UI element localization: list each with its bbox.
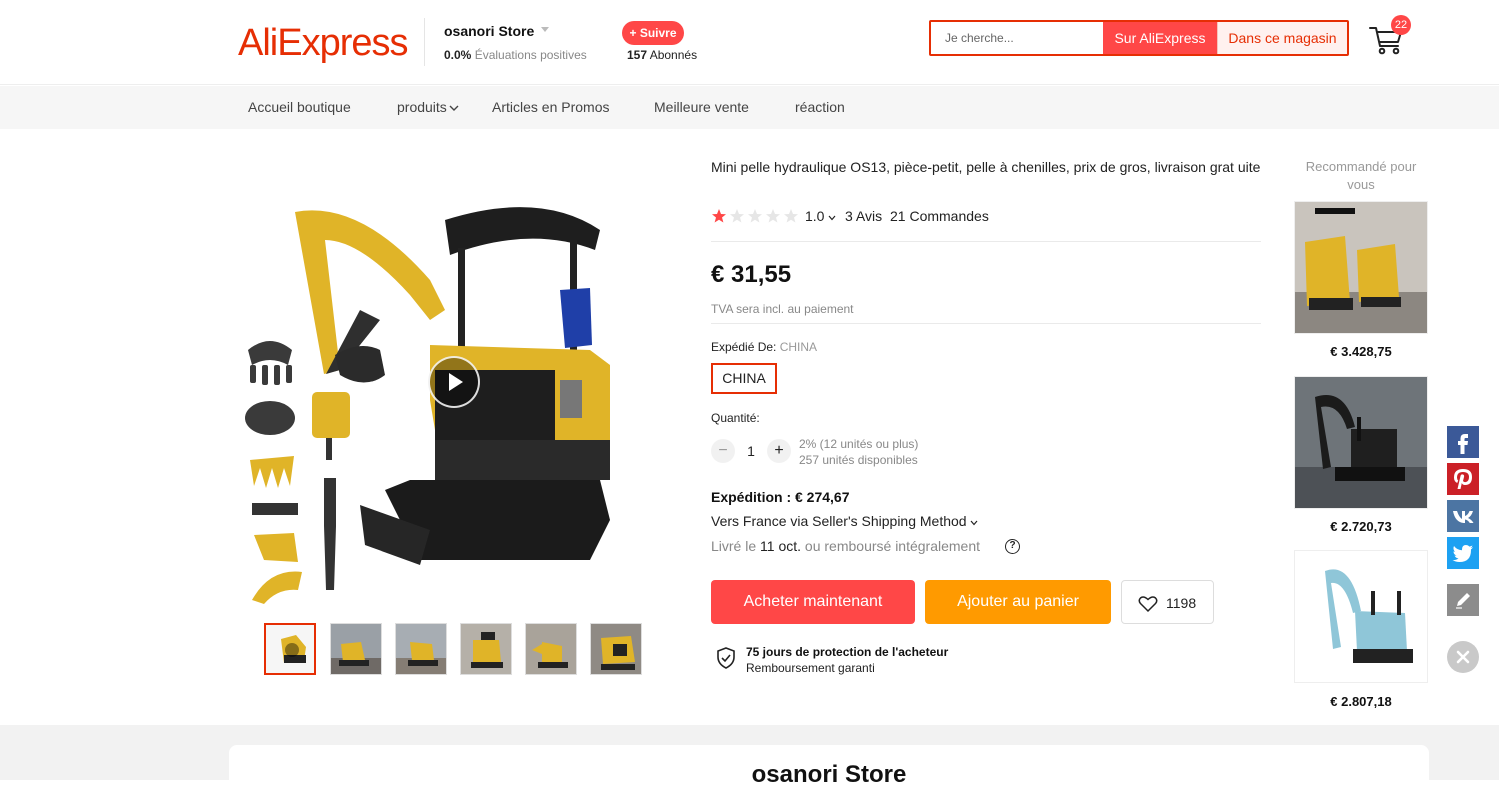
nav-item-products-label: produits xyxy=(397,99,447,115)
chevron-down-icon xyxy=(971,520,978,526)
help-icon[interactable]: ? xyxy=(1005,539,1020,554)
chevron-down-icon xyxy=(449,105,459,111)
quantity-label: Quantité: xyxy=(711,411,760,425)
header-divider xyxy=(424,18,425,66)
close-icon[interactable] xyxy=(1447,641,1479,673)
followers-number: 157 xyxy=(627,48,648,62)
search-input[interactable] xyxy=(931,22,1103,54)
wishlist-count: 1198 xyxy=(1166,595,1197,611)
store-header: AliExpress osanori Store 0.0% Évaluation… xyxy=(0,0,1499,85)
vat-note: TVA sera incl. au paiement xyxy=(711,302,854,316)
follow-button[interactable]: + Suivre xyxy=(622,21,684,45)
ship-from-value: CHINA xyxy=(779,340,818,354)
search-store-button[interactable]: Dans ce magasin xyxy=(1217,22,1347,54)
shipping-method-label: Vers France via Seller's Shipping Method xyxy=(711,513,967,529)
divider xyxy=(711,241,1261,242)
nav-item-feedback[interactable]: réaction xyxy=(795,99,845,115)
add-to-cart-button[interactable]: Ajouter au panier xyxy=(925,580,1111,624)
wishlist-button[interactable]: 1198 xyxy=(1121,580,1214,624)
play-video-button[interactable] xyxy=(428,356,480,408)
star-icon xyxy=(712,209,798,223)
positive-rating-label: Évaluations positives xyxy=(474,48,587,62)
delivery-estimate: Livré le 11 oct. ou remboursé intégralem… xyxy=(711,538,980,554)
followers-count: 157 Abonnés xyxy=(627,48,697,62)
search-bar: Sur AliExpress Dans ce magasin xyxy=(929,20,1349,56)
thumbnail-1[interactable] xyxy=(264,623,316,675)
nav-item-home[interactable]: Accueil boutique xyxy=(248,99,351,115)
store-section-card: osanori Store xyxy=(229,745,1429,805)
ship-from-option-china[interactable]: CHINA xyxy=(711,363,777,394)
ship-from-title: Expédié De: xyxy=(711,340,777,354)
chevron-down-icon xyxy=(828,215,836,221)
facebook-icon[interactable] xyxy=(1447,426,1479,458)
delivery-prefix: Livré le xyxy=(711,538,757,554)
search-aliexpress-button[interactable]: Sur AliExpress xyxy=(1103,22,1217,54)
bulk-discount-note: 2% (12 unités ou plus) xyxy=(799,437,919,451)
product-title: Mini pelle hydraulique OS13, pièce-petit… xyxy=(711,159,1261,175)
ship-from-label: Expédié De: CHINA xyxy=(711,340,817,354)
positive-rating-value: 0.0% xyxy=(444,48,472,62)
thumbnail-3[interactable] xyxy=(395,623,447,675)
shipping-method-select[interactable]: Vers France via Seller's Shipping Method xyxy=(711,513,978,529)
recommended-title: Recommandé pour vous xyxy=(1305,159,1417,192)
product-price: € 31,55 xyxy=(711,261,792,288)
nav-item-products[interactable]: produits xyxy=(397,99,459,115)
edit-icon[interactable] xyxy=(1447,584,1479,616)
shield-check-icon xyxy=(716,647,736,674)
pinterest-icon[interactable] xyxy=(1447,463,1479,495)
divider xyxy=(711,323,1261,324)
reviews-count[interactable]: 3 Avis xyxy=(845,208,882,224)
thumbnail-5[interactable] xyxy=(525,623,577,675)
heart-icon xyxy=(1138,596,1158,613)
recommended-item-1-price[interactable]: € 3.428,75 xyxy=(1294,344,1428,359)
recommended-item-3-image[interactable] xyxy=(1294,550,1428,683)
quantity-decrease-button[interactable]: − xyxy=(711,439,735,463)
buy-now-button[interactable]: Acheter maintenant xyxy=(711,580,915,624)
followers-label: Abonnés xyxy=(649,48,698,62)
quantity-value[interactable]: 1 xyxy=(742,443,760,459)
store-nav: Accueil boutique produits Articles en Pr… xyxy=(0,86,1499,129)
delivery-date: 11 oct. xyxy=(760,538,802,554)
vk-icon[interactable] xyxy=(1447,500,1479,532)
delivery-suffix: ou remboursé intégralement xyxy=(804,538,981,554)
buyer-protection-subtitle: Remboursement garanti xyxy=(746,661,875,675)
play-icon xyxy=(449,373,463,391)
nav-item-best-sellers[interactable]: Meilleure vente xyxy=(654,99,749,115)
twitter-icon[interactable] xyxy=(1447,537,1479,569)
chevron-down-icon[interactable] xyxy=(541,27,549,32)
rating-number: 1.0 xyxy=(805,208,825,224)
quantity-increase-button[interactable]: + xyxy=(767,439,791,463)
store-name[interactable]: osanori Store xyxy=(444,23,534,39)
recommended-item-2-price[interactable]: € 2.720,73 xyxy=(1294,519,1428,534)
recommended-item-1-image[interactable] xyxy=(1294,201,1428,334)
cart-count-badge: 22 xyxy=(1391,15,1411,35)
recommended-item-2-image[interactable] xyxy=(1294,376,1428,509)
store-section-title: osanori Store xyxy=(751,761,907,788)
store-rating: 0.0% Évaluations positives xyxy=(444,48,587,62)
rating-value[interactable]: 1.0 xyxy=(805,208,836,224)
shipping-cost: Expédition : € 274,67 xyxy=(711,489,850,505)
rating-stars xyxy=(711,208,801,229)
thumbnail-2[interactable] xyxy=(330,623,382,675)
orders-count: 21 Commandes xyxy=(890,208,989,224)
thumbnail-4[interactable] xyxy=(460,623,512,675)
thumbnail-6[interactable] xyxy=(590,623,642,675)
stock-available: 257 unités disponibles xyxy=(799,453,918,467)
buyer-protection-title: 75 jours de protection de l'acheteur xyxy=(746,645,949,659)
nav-item-promos[interactable]: Articles en Promos xyxy=(492,99,609,115)
aliexpress-logo[interactable]: AliExpress xyxy=(238,22,408,65)
recommended-item-3-price[interactable]: € 2.807,18 xyxy=(1294,694,1428,709)
